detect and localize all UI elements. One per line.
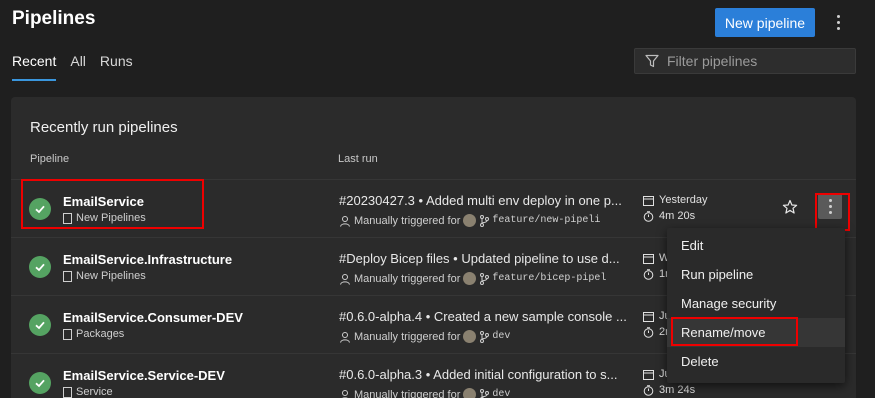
calendar-icon: [643, 195, 654, 206]
trigger-text: Manually triggered for: [354, 388, 461, 398]
run-date: W: [643, 252, 669, 264]
run-title[interactable]: #20230427.3 • Added multi env deploy in …: [339, 193, 633, 208]
pipeline-folder: New Pipelines: [63, 270, 146, 282]
tab-all[interactable]: All: [70, 53, 86, 81]
branch-name: feature/bicep-pipel: [492, 273, 607, 284]
person-icon: [341, 389, 349, 398]
page-title: Pipelines: [12, 8, 96, 29]
run-meta: Manually triggered for dev: [339, 330, 639, 343]
trigger-text: Manually triggered for: [354, 214, 461, 227]
success-status-icon: [29, 256, 51, 278]
pipeline-folder-label: Packages: [76, 328, 125, 340]
branch-icon: [480, 330, 490, 343]
run-duration-label: 4m 20s: [659, 210, 696, 222]
timer-icon: [643, 268, 654, 280]
run-duration: 3m 24s: [643, 384, 695, 396]
tab-bar: Recent All Runs: [12, 53, 133, 81]
filter-placeholder: Filter pipelines: [667, 53, 758, 69]
success-status-icon: [29, 372, 51, 394]
run-meta: Manually triggered for feature/new-pipel…: [339, 214, 639, 227]
timer-icon: [643, 384, 654, 396]
run-meta: Manually triggered for feature/bicep-pip…: [339, 272, 639, 285]
star-icon[interactable]: [782, 199, 798, 215]
avatar: [463, 388, 477, 398]
folder-icon: [63, 270, 72, 282]
person-icon: [340, 273, 350, 285]
context-menu: Edit Run pipeline Manage security Rename…: [667, 228, 845, 383]
run-duration: 2r: [643, 326, 669, 338]
tab-runs[interactable]: Runs: [100, 53, 133, 81]
avatar: [463, 272, 477, 285]
pipeline-folder: Service: [63, 386, 113, 398]
menu-item-manage-security[interactable]: Manage security: [667, 289, 845, 318]
calendar-icon: [643, 253, 654, 264]
pipeline-folder-label: New Pipelines: [76, 270, 146, 282]
trigger-text: Manually triggered for: [354, 272, 461, 285]
filter-icon: [645, 54, 659, 68]
success-status-icon: [29, 314, 51, 336]
folder-icon: [63, 386, 72, 398]
person-icon: [340, 331, 350, 343]
run-title[interactable]: #0.6.0-alpha.4 • Created a new sample co…: [339, 309, 633, 324]
run-duration: 4m 20s: [643, 210, 695, 222]
run-meta: Manually triggered for dev: [339, 388, 639, 398]
menu-item-delete[interactable]: Delete: [667, 347, 845, 376]
highlight-box-pipeline-name: [21, 179, 204, 229]
new-pipeline-button[interactable]: New pipeline: [715, 8, 815, 37]
card-title: Recently run pipelines: [30, 119, 178, 136]
pipeline-name[interactable]: EmailService.Service-DEV: [63, 368, 225, 383]
highlight-box-more-options: [815, 193, 850, 231]
folder-icon: [63, 328, 72, 340]
column-header-pipeline: Pipeline: [30, 153, 70, 165]
timer-icon: [643, 326, 654, 338]
menu-item-run-pipeline[interactable]: Run pipeline: [667, 260, 845, 289]
pipeline-folder: Packages: [63, 328, 124, 340]
column-header-last-run: Last run: [338, 153, 378, 165]
timer-icon: [643, 210, 654, 222]
run-duration: 1r: [643, 268, 669, 280]
tab-recent[interactable]: Recent: [12, 53, 57, 81]
branch-name: dev: [492, 389, 511, 398]
branch-name: feature/new-pipeli: [492, 215, 601, 226]
pipeline-folder-label: Service: [76, 386, 113, 398]
run-duration-label: 3m 24s: [659, 384, 696, 396]
filter-input[interactable]: Filter pipelines: [634, 48, 856, 74]
branch-icon: [480, 272, 490, 285]
person-icon: [340, 215, 350, 227]
run-date: Yesterday: [643, 194, 708, 206]
more-options-icon[interactable]: [830, 10, 846, 34]
avatar: [463, 330, 477, 343]
run-title[interactable]: #Deploy Bicep files • Updated pipeline t…: [339, 251, 633, 266]
calendar-icon: [643, 369, 654, 380]
branch-name: dev: [492, 331, 511, 342]
run-date-label: Yesterday: [659, 194, 708, 206]
run-title[interactable]: #0.6.0-alpha.3 • Added initial configura…: [339, 367, 633, 382]
pipeline-name[interactable]: EmailService.Consumer-DEV: [63, 310, 243, 325]
trigger-text: Manually triggered for: [354, 330, 461, 343]
avatar: [463, 214, 477, 227]
branch-icon: [480, 388, 490, 398]
calendar-icon: [643, 311, 654, 322]
branch-icon: [480, 214, 490, 227]
pipeline-name[interactable]: EmailService.Infrastructure: [63, 252, 232, 267]
highlight-box-rename-move: [671, 317, 798, 346]
menu-item-edit[interactable]: Edit: [667, 231, 845, 260]
